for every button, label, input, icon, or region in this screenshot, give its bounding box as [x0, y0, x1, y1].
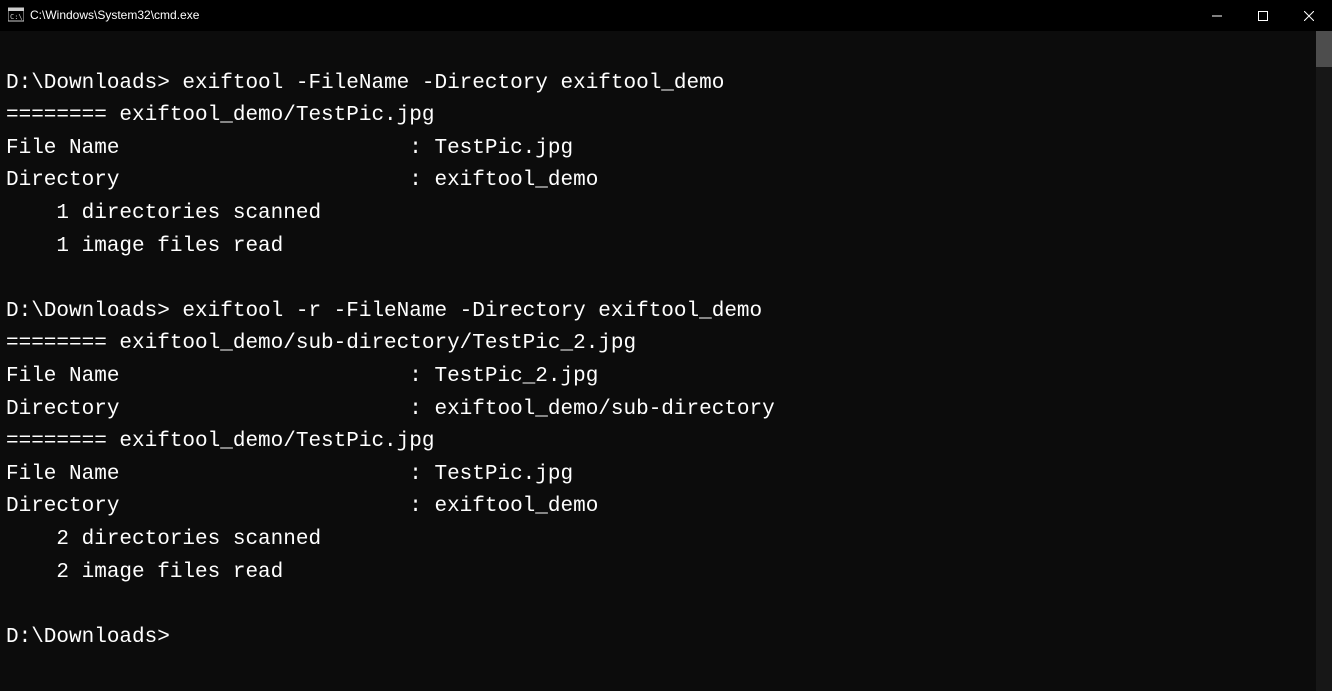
terminal-line: Directory : exiftool_demo/sub-directory [6, 394, 1310, 427]
terminal-line: File Name : TestPic.jpg [6, 133, 1310, 166]
svg-text:C:\: C:\ [10, 13, 23, 21]
terminal-line [6, 263, 1310, 296]
cmd-icon: C:\ [8, 7, 24, 23]
terminal-body: D:\Downloads> exiftool -FileName -Direct… [0, 31, 1332, 691]
terminal-output[interactable]: D:\Downloads> exiftool -FileName -Direct… [0, 31, 1316, 691]
terminal-line [6, 35, 1310, 68]
terminal-line: File Name : TestPic_2.jpg [6, 361, 1310, 394]
terminal-line: D:\Downloads> [6, 622, 1310, 655]
terminal-line: ======== exiftool_demo/sub-directory/Tes… [6, 328, 1310, 361]
terminal-line: ======== exiftool_demo/TestPic.jpg [6, 100, 1310, 133]
terminal-line [6, 589, 1310, 622]
window-controls [1194, 0, 1332, 30]
terminal-line: Directory : exiftool_demo [6, 491, 1310, 524]
terminal-line: 2 directories scanned [6, 524, 1310, 557]
scrollbar-thumb[interactable] [1316, 31, 1332, 67]
titlebar-left: C:\ C:\Windows\System32\cmd.exe [0, 7, 199, 23]
window-titlebar: C:\ C:\Windows\System32\cmd.exe [0, 0, 1332, 31]
window-title: C:\Windows\System32\cmd.exe [30, 8, 199, 22]
minimize-button[interactable] [1194, 0, 1240, 31]
close-button[interactable] [1286, 0, 1332, 31]
maximize-button[interactable] [1240, 0, 1286, 31]
terminal-line: File Name : TestPic.jpg [6, 459, 1310, 492]
terminal-line: 1 directories scanned [6, 198, 1310, 231]
terminal-line: Directory : exiftool_demo [6, 165, 1310, 198]
terminal-line: 2 image files read [6, 557, 1310, 590]
terminal-line: D:\Downloads> exiftool -r -FileName -Dir… [6, 296, 1310, 329]
terminal-line: D:\Downloads> exiftool -FileName -Direct… [6, 68, 1310, 101]
scrollbar-track[interactable] [1316, 31, 1332, 691]
terminal-line: 1 image files read [6, 231, 1310, 264]
terminal-line: ======== exiftool_demo/TestPic.jpg [6, 426, 1310, 459]
